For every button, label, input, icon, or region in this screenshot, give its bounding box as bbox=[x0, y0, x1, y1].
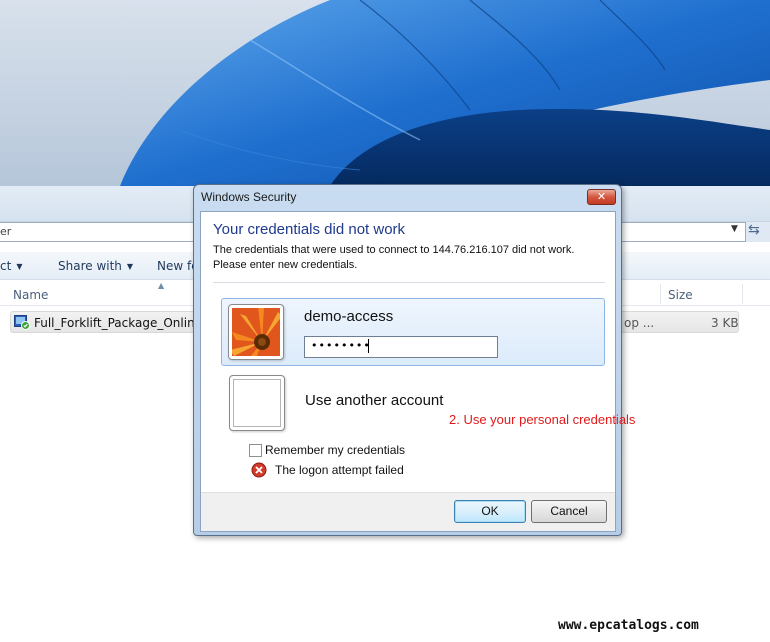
flower-avatar-icon bbox=[232, 308, 280, 356]
column-name[interactable]: Name bbox=[13, 288, 48, 302]
address-text: er bbox=[0, 225, 12, 238]
blank-avatar-icon bbox=[233, 379, 281, 427]
annotation-text: 2. Use your personal credentials bbox=[449, 412, 636, 427]
organize-label: ct bbox=[0, 259, 12, 273]
file-size: 3 KB bbox=[711, 316, 739, 330]
file-type: op ... bbox=[624, 316, 655, 330]
use-another-account-label: Use another account bbox=[305, 392, 444, 409]
close-button[interactable]: ✕ bbox=[587, 189, 616, 205]
chevron-down-icon: ▼ bbox=[126, 262, 134, 271]
remember-label[interactable]: Remember my credentials bbox=[265, 443, 405, 457]
dialog-body: Your credentials did not work The creden… bbox=[200, 211, 635, 532]
wallpaper-art bbox=[120, 0, 770, 186]
account-tile-other[interactable]: Use another account bbox=[221, 372, 444, 438]
windows-security-dialog: Windows Security ✕ Your credentials did … bbox=[193, 184, 635, 536]
dialog-description-line1: The credentials that were used to connec… bbox=[213, 244, 575, 256]
password-field[interactable]: •••••••• bbox=[304, 336, 498, 358]
dialog-description-line2: Please enter new credentials. bbox=[213, 259, 358, 271]
dialog-heading: Your credentials did not work bbox=[213, 221, 406, 238]
text-caret bbox=[368, 339, 369, 353]
ok-button[interactable]: OK bbox=[454, 500, 526, 523]
share-with-menu[interactable]: Share with ▼ bbox=[58, 259, 133, 273]
file-name: Full_Forklift_Package_Online.rdp bbox=[34, 316, 194, 330]
sort-arrow-icon: ▲ bbox=[158, 281, 165, 290]
error-icon bbox=[251, 462, 267, 478]
rdp-file-icon bbox=[14, 315, 30, 330]
error-message: The logon attempt failed bbox=[275, 463, 404, 477]
cancel-button[interactable]: Cancel bbox=[531, 500, 607, 523]
column-divider[interactable] bbox=[742, 284, 743, 304]
divider bbox=[213, 282, 605, 283]
organize-menu[interactable]: ct ▼ bbox=[0, 259, 22, 273]
column-divider[interactable] bbox=[660, 284, 661, 304]
refresh-icon[interactable]: ⇆ bbox=[748, 222, 760, 238]
dialog-title: Windows Security bbox=[201, 190, 297, 204]
avatar-blank bbox=[229, 375, 285, 431]
chevron-down-icon[interactable]: ▼ bbox=[731, 224, 738, 234]
desktop-wallpaper bbox=[0, 0, 770, 186]
close-icon: ✕ bbox=[596, 190, 607, 203]
chevron-down-icon: ▼ bbox=[16, 262, 23, 271]
username-label: demo-access bbox=[304, 308, 394, 325]
account-tile-selected[interactable]: demo-access •••••••• bbox=[221, 298, 605, 366]
column-size[interactable]: Size bbox=[668, 288, 693, 302]
share-with-label: Share with bbox=[58, 259, 122, 273]
avatar bbox=[228, 304, 284, 360]
remember-checkbox[interactable] bbox=[249, 444, 262, 457]
watermark: www.epcatalogs.com bbox=[558, 618, 699, 633]
